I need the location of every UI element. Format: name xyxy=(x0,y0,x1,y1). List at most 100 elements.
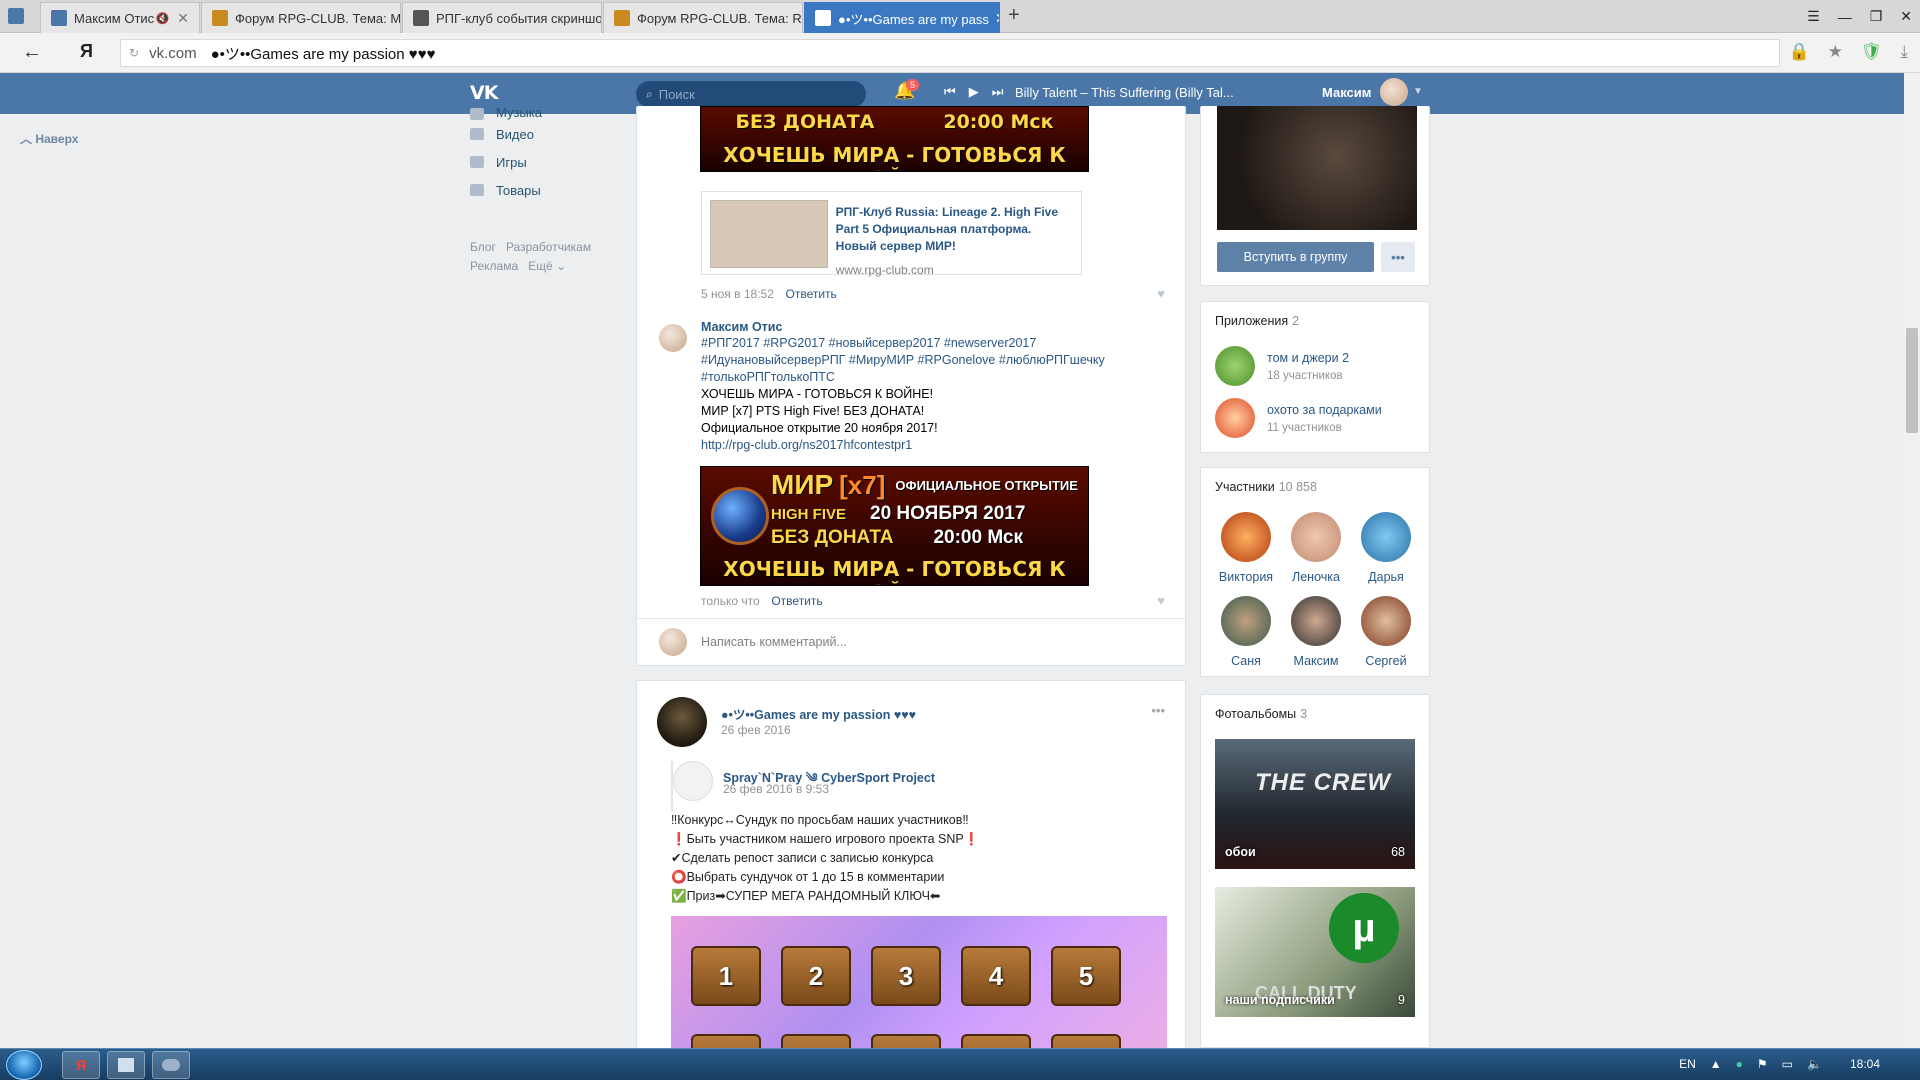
browser-tab-1[interactable]: Максим Отис 🔇 ✕ xyxy=(40,2,200,33)
album-item[interactable]: µ CALL DUTY наши подписчики 9 xyxy=(1215,887,1415,1017)
vk-user-name[interactable]: Максим xyxy=(1322,85,1371,100)
minimize-icon[interactable]: — xyxy=(1838,9,1852,25)
browser-tab-active[interactable]: ●•ツ••Games are my pass ✕ xyxy=(804,2,1000,33)
post-more-icon[interactable]: ••• xyxy=(1151,703,1165,718)
repost-date[interactable]: 26 фев 2016 в 9:53 xyxy=(723,782,829,796)
close-window-icon[interactable]: ✕ xyxy=(1900,8,1912,25)
tray-expand-icon[interactable]: ▲ xyxy=(1710,1057,1722,1071)
reload-icon[interactable]: ↻ xyxy=(129,46,139,60)
now-playing-track[interactable]: Billy Talent – This Suffering (Billy Tal… xyxy=(1015,85,1235,100)
browser-tab-2[interactable]: Форум RPG-CLUB. Тема: Ми xyxy=(201,2,401,33)
new-tab-button[interactable]: + xyxy=(1008,4,1020,27)
app-item[interactable]: том и джери 2 18 участников xyxy=(1215,346,1349,386)
chevron-down-icon[interactable]: ▼ xyxy=(1413,86,1423,97)
maximize-icon[interactable]: ❐ xyxy=(1870,8,1883,25)
close-tab-icon[interactable]: ✕ xyxy=(989,10,999,27)
post-text-line: ❗Быть участником нашего игрового проекта… xyxy=(671,832,980,846)
clock[interactable]: 18:04 xyxy=(1850,1057,1880,1071)
sidebar-item-music[interactable]: Музыка xyxy=(470,106,620,120)
tray-app-icon[interactable]: ● xyxy=(1736,1057,1743,1071)
start-button[interactable] xyxy=(6,1050,42,1080)
page-scrollbar[interactable] xyxy=(1904,73,1920,1048)
chest-icon: 1 xyxy=(691,946,761,1006)
footer-link-developers[interactable]: Разработчикам xyxy=(506,240,591,254)
sidebar-item-goods[interactable]: Товары xyxy=(470,176,620,204)
member-name: Дарья xyxy=(1368,570,1404,584)
post-banner-image-top[interactable]: БЕЗ ДОНАТА 20:00 Мск ХОЧЕШЬ МИРА - ГОТОВЬ… xyxy=(700,106,1089,172)
footer-link-more[interactable]: Ещё ⌄ xyxy=(528,259,566,273)
post-date[interactable]: 26 фев 2016 xyxy=(721,723,791,737)
reply-link[interactable]: Ответить xyxy=(786,287,837,301)
video-icon xyxy=(470,128,484,140)
flag-icon[interactable]: ⚑ xyxy=(1757,1057,1768,1071)
album-item[interactable]: THE CREW обои 68 xyxy=(1215,739,1415,869)
app-item[interactable]: охото за подарками 11 участников xyxy=(1215,398,1382,438)
bookmark-star-icon[interactable]: ★ xyxy=(1828,42,1843,62)
network-icon[interactable]: ▭ xyxy=(1782,1057,1793,1071)
avatar[interactable] xyxy=(1380,78,1408,106)
apps-title[interactable]: Приложения 2 xyxy=(1201,302,1429,328)
post-banner-image[interactable]: МИР [x7] ОФИЦИАЛЬНОЕ ОТКРЫТИЕ HIGH FIVE … xyxy=(700,466,1089,586)
taskbar-app-window[interactable] xyxy=(107,1051,145,1079)
taskbar-yandex-browser[interactable]: Я xyxy=(62,1051,100,1079)
download-icon[interactable]: ⤓ xyxy=(1900,42,1908,62)
member-item[interactable]: Саня xyxy=(1211,596,1281,668)
member-item[interactable]: Леночка xyxy=(1281,512,1351,584)
scrollbar-thumb[interactable] xyxy=(1906,328,1918,433)
block-count: 2 xyxy=(1292,314,1300,328)
sidebar-toggle-icon[interactable] xyxy=(8,8,24,24)
chest-row: 1 2 3 4 5 xyxy=(691,946,1121,1006)
yandex-logo[interactable]: Я xyxy=(80,41,93,62)
like-heart-icon[interactable]: ♥ xyxy=(1157,286,1165,301)
reply-link[interactable]: Ответить xyxy=(771,594,822,608)
mute-icon[interactable]: 🔇 xyxy=(156,12,170,25)
windows-taskbar: Я EN ▲ ● ⚑ ▭ 🔈 18:04 xyxy=(0,1048,1920,1080)
back-arrow-icon[interactable]: ← xyxy=(22,41,42,64)
avatar[interactable] xyxy=(657,697,707,747)
link-preview-card[interactable]: РПГ-Клуб Russia: Lineage 2. High Five Pa… xyxy=(701,191,1082,277)
member-item[interactable]: Дарья xyxy=(1351,512,1421,584)
menu-icon[interactable]: ☰ xyxy=(1807,8,1820,25)
protect-shield-icon[interactable]: 🛡 xyxy=(1861,42,1883,62)
vk-logo[interactable]: VK xyxy=(470,82,504,104)
search-icon: ⌕ xyxy=(646,86,653,101)
avatar[interactable] xyxy=(673,761,713,801)
post-link[interactable]: http://rpg-club.org/ns2017hfcontestpr1 xyxy=(701,438,912,452)
albums-title[interactable]: Фотоальбомы 3 xyxy=(1201,695,1429,721)
volume-icon[interactable]: 🔈 xyxy=(1807,1057,1822,1071)
browser-tab-3[interactable]: РПГ-клуб события скриншо xyxy=(402,2,602,33)
link-title[interactable]: РПГ-Клуб Russia: Lineage 2. High Five Pa… xyxy=(836,204,1069,255)
close-tab-icon[interactable]: ✕ xyxy=(171,10,189,27)
footer-link-blog[interactable]: Блог xyxy=(470,240,496,254)
join-group-button[interactable]: Вступить в группу xyxy=(1217,242,1374,272)
sidebar-item-video[interactable]: Видео xyxy=(470,120,620,148)
like-heart-icon[interactable]: ♥ xyxy=(1157,593,1165,608)
play-icon[interactable]: ▶ xyxy=(969,84,979,100)
chest-number: 3 xyxy=(898,960,914,991)
browser-tab-4[interactable]: Форум RPG-CLUB. Тема: RP xyxy=(603,2,803,33)
comment-input-row[interactable]: Написать комментарий... xyxy=(637,618,1187,664)
language-indicator[interactable]: EN xyxy=(1679,1057,1696,1071)
url-field[interactable]: ↻ vk.com ●•ツ••Games are my passion ♥♥♥ xyxy=(120,39,1780,67)
members-title[interactable]: Участники 10 858 xyxy=(1201,468,1429,494)
avatar[interactable] xyxy=(659,324,687,352)
taskbar-app-game[interactable] xyxy=(152,1051,190,1079)
post-date[interactable]: только что xyxy=(701,594,760,608)
prev-track-icon[interactable]: ⏮ xyxy=(944,84,956,100)
next-track-icon[interactable]: ⏭ xyxy=(992,84,1004,100)
more-options-button[interactable]: ••• xyxy=(1381,242,1415,272)
member-item[interactable]: Виктория xyxy=(1211,512,1281,584)
vk-search-input[interactable]: ⌕ Поиск xyxy=(636,81,866,107)
group-cover-image[interactable] xyxy=(1217,106,1417,230)
scroll-to-top-link[interactable]: ︿ Наверх xyxy=(20,130,78,147)
comment-author[interactable]: Максим Отис xyxy=(701,320,1161,334)
post-hashtags[interactable]: #РПГ2017 #RPG2017 #новыйсервер2017 #news… xyxy=(701,335,1161,386)
sidebar-item-games[interactable]: Игры xyxy=(470,148,620,176)
footer-link-ads[interactable]: Реклама xyxy=(470,259,518,273)
post-date[interactable]: 5 ноя в 18:52 xyxy=(701,287,774,301)
member-item[interactable]: Максим xyxy=(1281,596,1351,668)
lock-icon[interactable]: 🔒 xyxy=(1788,42,1809,62)
banner-text: МИР xyxy=(771,469,834,500)
member-item[interactable]: Сергей xyxy=(1351,596,1421,668)
group-name[interactable]: ●•ツ••Games are my passion ♥♥♥ xyxy=(721,704,916,723)
